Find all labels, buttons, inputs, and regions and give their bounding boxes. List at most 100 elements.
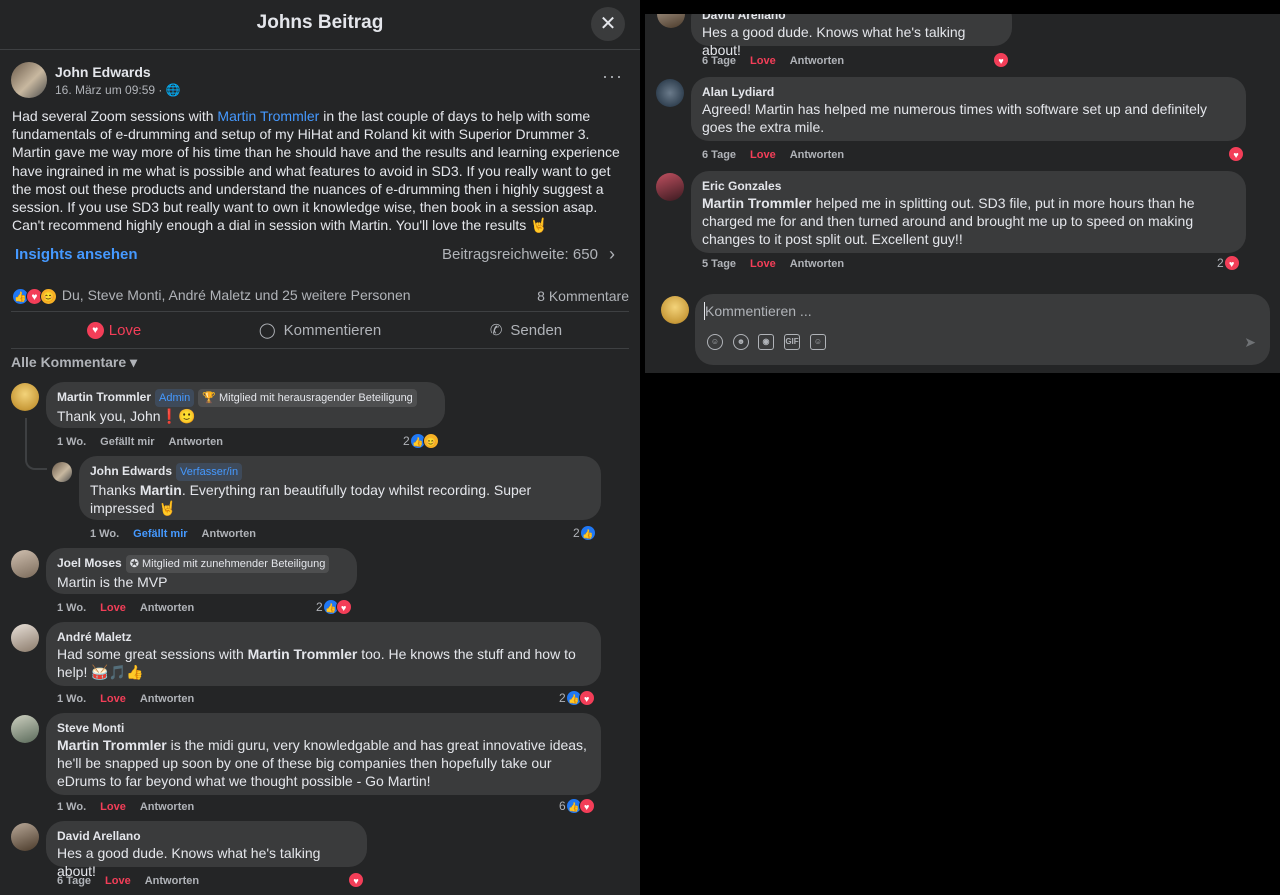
comment-time[interactable]: 1 Wo. [57,801,86,813]
top-contributor-badge: 🏆 Mitglied mit herausragender Beteiligun… [198,389,417,407]
love-reaction-icon: ♥ [993,52,1009,68]
smiley-icon[interactable]: ☻ [733,334,749,350]
commenter-name[interactable]: Alan Lydiard [702,85,774,99]
post-timestamp[interactable]: 16. März um 09:59 · 🌐 [55,83,181,97]
reaction-count[interactable]: 2 👍 ♥ [559,690,595,706]
comment-meta: 5 Tage Love Antworten [702,258,858,270]
comment-time[interactable]: 1 Wo. [90,528,119,540]
love-link[interactable]: Love [105,875,131,887]
comment-time[interactable]: 1 Wo. [57,436,86,448]
post-reach[interactable]: Beitragsreichweite: 650 [442,246,598,263]
reply-link[interactable]: Antworten [790,258,844,270]
reply-thread-line [25,418,47,470]
commenter-name[interactable]: Martin Trommler [57,390,151,404]
avatar[interactable] [11,624,39,652]
avatar[interactable] [656,173,684,201]
reaction-count[interactable]: 2 👍 ♥ [316,599,352,615]
commenter-name[interactable]: David Arellano [57,829,141,843]
comment-text: Martin is the MVP [57,574,168,590]
comment-meta: 6 Tage Love Antworten [702,55,858,67]
gif-icon[interactable]: GIF [784,334,800,350]
reaction-count[interactable]: ♥ [993,52,1009,68]
love-link[interactable]: Love [100,801,126,813]
post-author-avatar[interactable] [11,62,47,98]
comment-filter[interactable]: Alle Kommentare ▾ [11,354,137,371]
mention-link[interactable]: Martin Trommler [217,108,319,124]
divider [11,311,629,312]
love-reaction-icon: ♥ [335,599,352,615]
reaction-count[interactable]: 2 ♥ [1217,255,1240,271]
avatar[interactable] [11,823,39,851]
love-link[interactable]: Love [750,55,776,67]
comment-bubble: David Arellano Hes a good dude. Knows wh… [691,14,1012,58]
avatar[interactable] [11,550,39,578]
reply-link[interactable]: Antworten [169,436,223,448]
avatar[interactable] [657,14,685,28]
comments-count[interactable]: 8 Kommentare [537,288,629,304]
love-link[interactable]: Love [100,602,126,614]
reaction-count[interactable]: 6 👍 ♥ [559,798,595,814]
avatar[interactable] [11,383,39,411]
comment-meta: 1 Wo. Love Antworten [57,693,208,705]
comment-time[interactable]: 6 Tage [702,55,736,67]
like-link[interactable]: Gefällt mir [133,528,187,540]
share-button[interactable]: ✆ Senden [423,313,629,347]
comment-time[interactable]: 6 Tage [57,875,91,887]
dialog-title: Johns Beitrag [256,12,384,33]
heart-icon: ♥ [86,321,104,339]
current-user-avatar[interactable] [661,296,689,324]
sticker-icon[interactable]: ☺ [810,334,826,350]
commenter-name[interactable]: Eric Gonzales [702,179,781,193]
reaction-summary[interactable]: 👍 ♥ 😊 Du, Steve Monti, André Maletz und … [12,287,411,305]
comment-time[interactable]: 5 Tage [702,258,736,270]
love-link[interactable]: Love [100,693,126,705]
reaction-count[interactable]: ♥ [1228,146,1244,162]
commenter-name[interactable]: David Arellano [702,14,786,22]
chevron-right-icon[interactable]: › [609,244,615,265]
emoji-icon[interactable]: ☺ [707,334,723,350]
comment-time[interactable]: 6 Tage [702,149,736,161]
comment-button[interactable]: ◯ Kommentieren [217,313,423,347]
camera-icon[interactable]: ◉ [758,334,774,350]
reaction-count[interactable]: 2 👍 [573,525,596,541]
reply-link[interactable]: Antworten [790,55,844,67]
more-options-icon[interactable]: ··· [602,66,623,87]
love-link[interactable]: Love [750,258,776,270]
comment-composer[interactable]: Kommentieren ... ☺ ☻ ◉ GIF ☺ ➤ [695,294,1270,365]
reply-link[interactable]: Antworten [140,693,194,705]
reaction-count[interactable]: ♥ [348,872,364,888]
comment-meta: 1 Wo. Love Antworten [57,602,208,614]
reply-link[interactable]: Antworten [140,801,194,813]
comment-time[interactable]: 1 Wo. [57,693,86,705]
avatar[interactable] [52,462,72,482]
commenter-name[interactable]: André Maletz [57,630,132,644]
reply-link[interactable]: Antworten [140,602,194,614]
reaction-count[interactable]: 2 👍 😊 [403,433,439,449]
comment-bubble: David Arellano Hes a good dude. Knows wh… [46,821,367,879]
comment-bubble: Joel Moses ✪ Mitglied mit zunehmender Bet… [46,548,357,594]
reply-link[interactable]: Antworten [202,528,256,540]
reply-link[interactable]: Antworten [145,875,199,887]
like-link[interactable]: Gefällt mir [100,436,154,448]
comment-input[interactable]: Kommentieren ... [705,303,812,319]
commenter-name[interactable]: John Edwards [90,464,172,478]
love-button[interactable]: ♥ Love [11,313,217,347]
love-link[interactable]: Love [750,149,776,161]
commenter-name[interactable]: Steve Monti [57,721,124,735]
post-author-name[interactable]: John Edwards [55,64,151,80]
comment-meta: 1 Wo. Gefällt mir Antworten [90,528,270,540]
globe-icon: 🌐 [165,83,181,97]
post-dialog: Johns Beitrag ✕ John Edwards 16. März um… [0,0,640,895]
comment-text: Agreed! Martin has helped me numerous ti… [702,101,1208,135]
comment-time[interactable]: 1 Wo. [57,602,86,614]
send-icon[interactable]: ➤ [1244,334,1256,351]
reply-link[interactable]: Antworten [790,149,844,161]
avatar[interactable] [656,79,684,107]
insights-link[interactable]: Insights ansehen [15,246,138,263]
commenter-name[interactable]: Joel Moses [57,556,122,570]
close-icon[interactable]: ✕ [591,7,625,41]
love-reaction-icon: ♥ [578,690,595,706]
admin-badge: Admin [155,389,195,407]
avatar[interactable] [11,715,39,743]
comment-bubble: Martin Trommler Admin 🏆 Mitglied mit herau… [46,382,445,428]
